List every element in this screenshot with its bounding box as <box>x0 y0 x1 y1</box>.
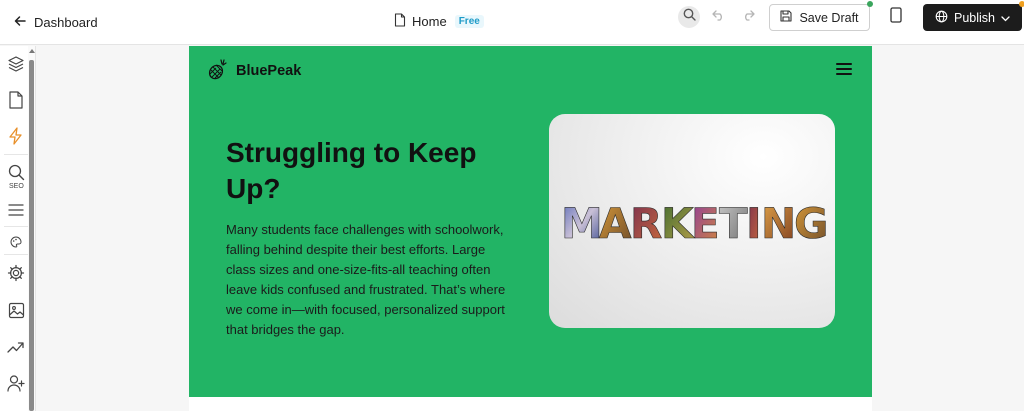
search-button[interactable] <box>678 6 700 28</box>
lightning-icon[interactable] <box>6 126 26 146</box>
hero-title: Struggling to Keep Up? <box>226 137 477 204</box>
redo-button[interactable] <box>738 7 758 27</box>
seo-search-icon[interactable] <box>6 162 26 182</box>
svg-text:K: K <box>661 199 695 246</box>
publish-button[interactable]: Publish <box>923 4 1022 31</box>
svg-text:G: G <box>794 199 828 246</box>
page-name: Home <box>412 13 447 29</box>
palette-icon[interactable] <box>6 232 26 252</box>
editor-topbar: Dashboard Home Free Save Draft Publish <box>0 0 1024 45</box>
save-draft-label: Save Draft <box>799 10 859 25</box>
layers-icon[interactable] <box>6 54 26 74</box>
seo-label: SEO <box>9 183 24 190</box>
scroll-up-arrow-icon[interactable] <box>29 49 35 53</box>
plan-badge: Free <box>454 14 484 28</box>
image-icon[interactable] <box>6 300 26 320</box>
svg-text:A: A <box>599 199 632 246</box>
back-to-dashboard-link[interactable]: Dashboard <box>14 11 98 33</box>
page-icon <box>394 12 406 30</box>
save-draft-button[interactable]: Save Draft <box>769 4 870 31</box>
page-selector[interactable]: Home Free <box>394 10 484 32</box>
analytics-icon[interactable] <box>6 337 26 357</box>
site-brand[interactable]: BluePeak <box>206 57 302 85</box>
website-hero-section[interactable]: BluePeak Struggling to Keep Up? Many stu… <box>189 46 872 397</box>
menu-lines-icon[interactable] <box>6 200 26 220</box>
undo-button[interactable] <box>708 7 728 27</box>
redo-icon <box>742 8 755 26</box>
saved-status-dot <box>867 1 873 7</box>
add-user-icon[interactable] <box>6 373 26 393</box>
svg-text:N: N <box>761 199 796 246</box>
hero-image[interactable]: M A R K E T I N G <box>549 114 835 328</box>
next-section-preview[interactable] <box>189 397 872 411</box>
sidebar-divider <box>4 254 28 255</box>
svg-text:E: E <box>691 199 720 246</box>
sidebar-scroll-thumb[interactable] <box>29 60 34 411</box>
hamburger-menu-icon[interactable] <box>836 63 852 77</box>
publish-status-dot <box>1019 1 1024 7</box>
publish-label: Publish <box>954 10 995 25</box>
back-label: Dashboard <box>34 14 98 30</box>
sidebar-divider <box>4 226 28 227</box>
device-preview-button[interactable] <box>886 6 906 28</box>
globe-icon <box>935 10 948 26</box>
tablet-icon <box>890 6 902 28</box>
svg-text:T: T <box>719 199 748 246</box>
editor-sidebar: SEO <box>0 46 36 411</box>
brand-name: BluePeak <box>236 63 302 79</box>
search-icon <box>683 8 696 26</box>
arrow-left-icon <box>14 15 26 30</box>
undo-icon <box>711 8 725 26</box>
page-icon[interactable] <box>6 90 26 110</box>
svg-text:M: M <box>561 199 602 246</box>
chevron-down-icon <box>1001 11 1010 25</box>
pineapple-logo-icon <box>206 57 230 85</box>
hero-description: Many students face challenges with schoo… <box>226 222 506 337</box>
save-icon <box>780 10 793 25</box>
sidebar-divider <box>4 154 28 155</box>
svg-text:I: I <box>746 199 762 246</box>
svg-text:R: R <box>630 199 662 246</box>
settings-icon[interactable] <box>6 263 26 283</box>
marketing-letters-image: M A R K E T I N G <box>561 199 829 246</box>
